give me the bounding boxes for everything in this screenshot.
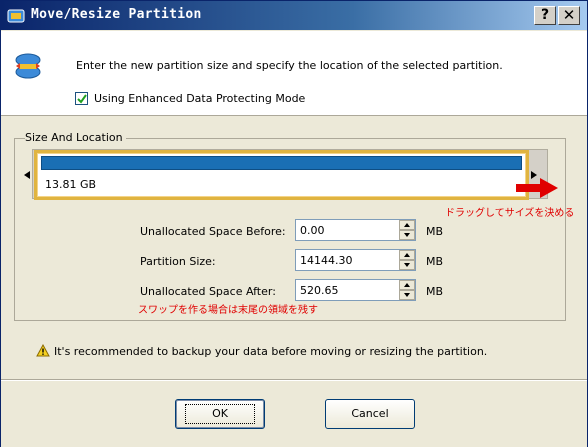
unallocated-before-spinner	[399, 220, 415, 240]
checkmark-icon	[77, 94, 87, 104]
backup-warning-text: It's recommended to backup your data bef…	[54, 345, 488, 358]
partition-size-value: 14144.30	[300, 254, 353, 267]
unit-label: MB	[426, 285, 444, 298]
enhanced-protect-checkbox[interactable]	[75, 92, 88, 105]
unallocated-before-input[interactable]: 0.00	[295, 219, 416, 241]
spin-up-arrow-icon[interactable]	[399, 220, 415, 230]
dialog-content: Enter the new partition size and specify…	[1, 31, 587, 447]
help-button[interactable]: ?	[534, 6, 556, 25]
spin-down-arrow-icon[interactable]	[399, 290, 415, 300]
enhanced-protect-label[interactable]: Using Enhanced Data Protecting Mode	[94, 92, 305, 105]
partition-size-spinner	[399, 250, 415, 270]
red-arrow-icon	[516, 178, 558, 198]
move-resize-icon	[15, 53, 41, 79]
dialog-header: Enter the new partition size and specify…	[1, 31, 587, 116]
title-bar[interactable]: Move/Resize Partition ? ✕	[1, 1, 587, 30]
spin-up-arrow-icon[interactable]	[399, 280, 415, 290]
drag-annotation: ドラッグしてサイズを決める	[445, 208, 575, 219]
size-location-label: Size And Location	[25, 131, 126, 144]
unallocated-before-label: Unallocated Space Before:	[140, 225, 286, 238]
unallocated-after-spinner	[399, 280, 415, 300]
left-resize-handle[interactable]	[24, 171, 30, 179]
partition-app-icon	[7, 9, 25, 23]
partition-size-text: 13.81 GB	[45, 178, 97, 191]
ok-button-label: OK	[185, 404, 255, 424]
partition-used-bar	[41, 156, 522, 170]
ok-button[interactable]: OK	[175, 399, 265, 429]
cancel-button-label: Cancel	[351, 407, 389, 420]
close-button[interactable]: ✕	[558, 6, 580, 25]
window-title: Move/Resize Partition	[31, 7, 202, 22]
spin-up-arrow-icon[interactable]	[399, 250, 415, 260]
swap-annotation: スワップを作る場合は末尾の領域を残す	[138, 305, 318, 316]
unallocated-after-input[interactable]: 520.65	[295, 279, 416, 301]
partition-size-label: Partition Size:	[140, 255, 216, 268]
unit-label: MB	[426, 255, 444, 268]
unallocated-after-value: 520.65	[300, 284, 339, 297]
spin-down-arrow-icon[interactable]	[399, 260, 415, 270]
unallocated-before-value: 0.00	[300, 224, 325, 237]
spin-down-arrow-icon[interactable]	[399, 230, 415, 240]
warning-icon	[36, 344, 50, 357]
unallocated-after-label: Unallocated Space After:	[140, 285, 276, 298]
unit-label: MB	[426, 225, 444, 238]
instruction-text: Enter the new partition size and specify…	[76, 59, 503, 72]
cancel-button[interactable]: Cancel	[325, 399, 415, 429]
footer-divider	[1, 379, 587, 381]
partition-block[interactable]: 13.81 GB	[34, 150, 529, 200]
move-resize-dialog: Move/Resize Partition ? ✕ Enter the new …	[0, 0, 588, 447]
partition-size-input[interactable]: 14144.30	[295, 249, 416, 271]
